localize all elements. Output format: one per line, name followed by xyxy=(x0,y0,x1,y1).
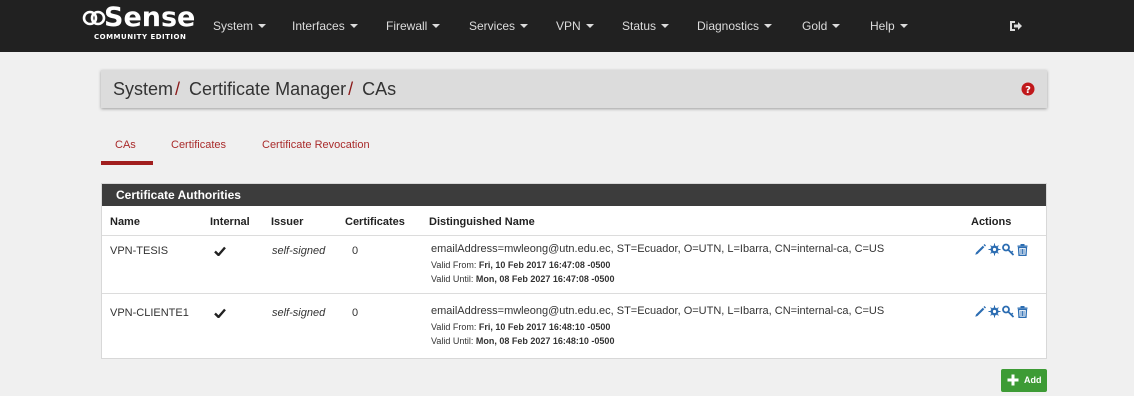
nav-system[interactable]: System xyxy=(213,18,267,34)
column-header-internal: Internal xyxy=(210,216,250,228)
caret-down-icon xyxy=(899,24,908,28)
trash-icon[interactable] xyxy=(1016,305,1029,318)
breadcrumb-separator: / xyxy=(348,79,354,99)
tab-certificates[interactable]: Certificates xyxy=(171,138,226,152)
column-header-issuer: Issuer xyxy=(271,216,304,228)
cell-distinguished-name: emailAddress=mwleong@utn.edu.ec, ST=Ecua… xyxy=(431,305,885,317)
nav-help[interactable]: Help xyxy=(870,18,908,34)
column-header-actions: Actions xyxy=(971,216,1012,228)
cell-valid-from: Valid From: Fri, 10 Feb 2017 16:48:10 -0… xyxy=(431,322,611,332)
panel-heading: Certificate Authorities xyxy=(102,184,1046,206)
cell-certificates: 0 xyxy=(352,245,359,257)
cell-issuer: self-signed xyxy=(272,245,326,257)
logo-text: Sense xyxy=(104,2,196,33)
caret-down-icon xyxy=(258,24,267,28)
breadcrumb-cas[interactable]: CAs xyxy=(362,79,396,99)
breadcrumb-system[interactable]: System xyxy=(113,79,173,99)
pencil-icon[interactable] xyxy=(974,243,987,256)
nav-status[interactable]: Status xyxy=(622,18,670,34)
svg-text:?: ? xyxy=(1025,85,1031,96)
pencil-icon[interactable] xyxy=(974,305,987,318)
nav-gold[interactable]: Gold xyxy=(802,18,841,34)
help-circle-icon[interactable]: ? xyxy=(1021,82,1035,96)
cell-issuer: self-signed xyxy=(272,307,326,319)
caret-down-icon xyxy=(349,24,358,28)
tab-certificate-revocation[interactable]: Certificate Revocation xyxy=(262,138,370,152)
column-header-name: Name xyxy=(110,216,140,228)
trash-icon[interactable] xyxy=(1016,243,1029,256)
breadcrumb-separator: / xyxy=(175,79,181,99)
top-navbar: Sense COMMUNITY EDITION System Interface… xyxy=(0,0,1134,52)
caret-down-icon xyxy=(585,24,594,28)
row-divider xyxy=(102,293,1046,294)
certificate-authorities-panel: Certificate Authorities Name Internal Is… xyxy=(101,183,1047,359)
panel-title: Certificate Authorities xyxy=(116,188,241,202)
plus-icon xyxy=(1007,374,1019,386)
column-header-certificates: Certificates xyxy=(345,216,405,228)
breadcrumb: System / Certificate Manager / CAs xyxy=(113,78,396,100)
caret-down-icon xyxy=(661,24,670,28)
cell-valid-from: Valid From: Fri, 10 Feb 2017 16:47:08 -0… xyxy=(431,260,611,270)
nav-vpn[interactable]: VPN xyxy=(556,18,594,34)
cell-valid-until: Valid Until: Mon, 08 Feb 2027 16:48:10 -… xyxy=(431,336,615,346)
nav-interfaces[interactable]: Interfaces xyxy=(292,18,358,34)
nav-diagnostics[interactable]: Diagnostics xyxy=(697,18,773,34)
breadcrumb-certificate-manager[interactable]: Certificate Manager xyxy=(189,79,346,99)
cog-icon[interactable] xyxy=(988,243,1001,256)
key-icon[interactable] xyxy=(1002,305,1015,318)
cell-name: VPN-TESIS xyxy=(110,245,169,257)
cell-certificates: 0 xyxy=(352,307,359,319)
key-icon[interactable] xyxy=(1002,243,1015,256)
nav-firewall[interactable]: Firewall xyxy=(386,18,441,34)
cell-distinguished-name: emailAddress=mwleong@utn.edu.ec, ST=Ecua… xyxy=(431,243,885,255)
nav-services[interactable]: Services xyxy=(469,18,529,34)
caret-down-icon xyxy=(832,24,841,28)
cog-icon[interactable] xyxy=(988,305,1001,318)
add-button-label: Add xyxy=(1024,375,1042,385)
pfsense-logo[interactable]: Sense COMMUNITY EDITION xyxy=(82,2,200,48)
header-divider xyxy=(102,235,1046,236)
page-header: System / Certificate Manager / CAs ? xyxy=(101,70,1047,108)
cell-name: VPN-CLIENTE1 xyxy=(110,307,189,319)
active-tab-indicator xyxy=(101,161,153,165)
cell-valid-until: Valid Until: Mon, 08 Feb 2027 16:47:08 -… xyxy=(431,274,615,284)
add-button[interactable]: Add xyxy=(1001,369,1047,392)
column-header-distinguished-name: Distinguished Name xyxy=(429,216,535,228)
check-icon xyxy=(214,246,226,256)
logo-edition: COMMUNITY EDITION xyxy=(94,33,187,41)
logo-mark-icon xyxy=(82,10,106,26)
caret-down-icon xyxy=(520,24,529,28)
logout-icon[interactable] xyxy=(1009,20,1023,32)
caret-down-icon xyxy=(764,24,773,28)
tab-cas[interactable]: CAs xyxy=(115,138,136,152)
caret-down-icon xyxy=(432,24,441,28)
check-icon xyxy=(214,308,226,318)
